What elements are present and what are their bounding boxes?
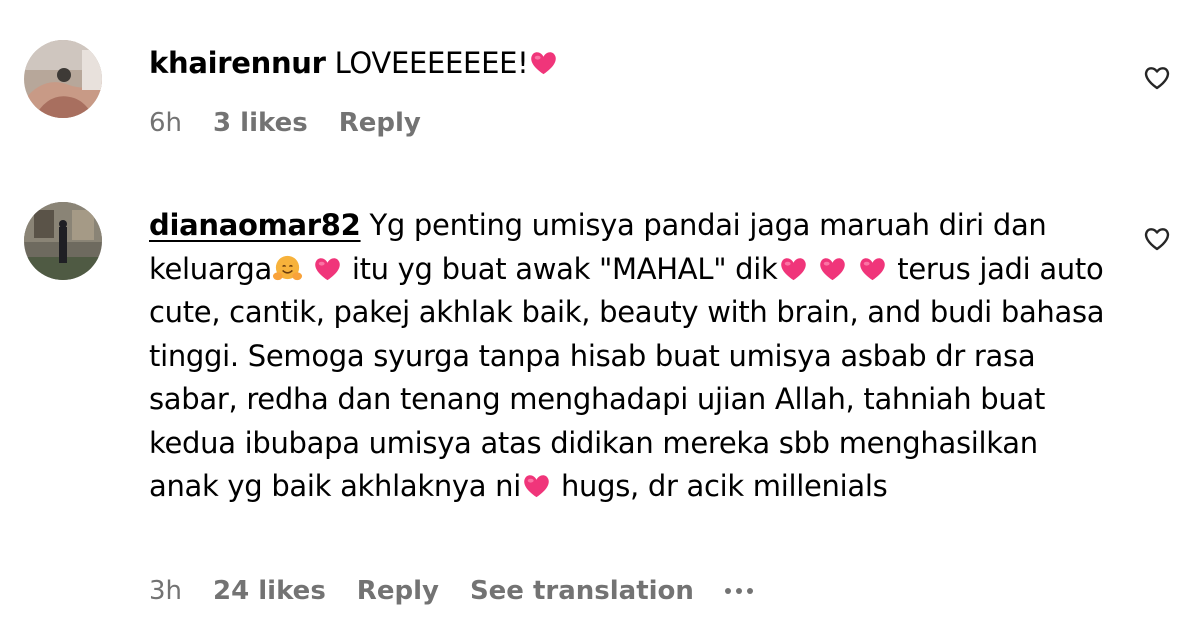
- comment-meta: 6h 3 likes Reply: [149, 108, 452, 138]
- more-dots-icon[interactable]: [724, 588, 753, 594]
- reply-button[interactable]: Reply: [339, 108, 421, 138]
- comment-time[interactable]: 3h: [149, 576, 182, 606]
- heart-emoji-icon: [778, 253, 809, 284]
- like-heart-icon[interactable]: [1142, 223, 1172, 253]
- comment-body-part: itu yg buat awak "MAHAL" dik: [351, 251, 778, 286]
- heart-emoji-icon: [857, 253, 888, 284]
- comment-body-part: LOVEEEEEEE!: [334, 46, 529, 80]
- comment-time[interactable]: 6h: [149, 108, 182, 138]
- comment-text: khairennur LOVEEEEEEE!: [149, 42, 1109, 86]
- avatar[interactable]: [24, 40, 102, 118]
- see-translation-button[interactable]: See translation: [470, 576, 694, 606]
- comment-username[interactable]: dianaomar82: [149, 208, 361, 242]
- hugging-face-emoji-icon: [272, 253, 303, 284]
- heart-emoji-icon: [521, 470, 552, 501]
- heart-emoji-icon: [528, 47, 559, 78]
- like-heart-icon[interactable]: [1142, 62, 1172, 92]
- reply-button[interactable]: Reply: [357, 576, 439, 606]
- comment-text: dianaomar82 Yg penting umisya pandai jag…: [149, 204, 1109, 509]
- comment-meta: 3h 24 likes Reply See translation: [149, 576, 753, 606]
- comment-2: dianaomar82 Yg penting umisya pandai jag…: [0, 160, 1200, 621]
- heart-emoji-icon: [312, 253, 343, 284]
- heart-emoji-icon: [817, 253, 848, 284]
- comment-likes[interactable]: 24 likes: [213, 576, 326, 606]
- comment-1: khairennur LOVEEEEEEE! 6h 3 likes Reply: [0, 0, 1200, 160]
- comment-body-part: terus jadi auto cute, cantik, pakej akhl…: [149, 251, 1105, 504]
- comment-likes[interactable]: 3 likes: [213, 108, 308, 138]
- avatar[interactable]: [24, 202, 102, 280]
- comment-body-part: hugs, dr acik millenials: [560, 469, 888, 503]
- comment-username[interactable]: khairennur: [149, 46, 326, 80]
